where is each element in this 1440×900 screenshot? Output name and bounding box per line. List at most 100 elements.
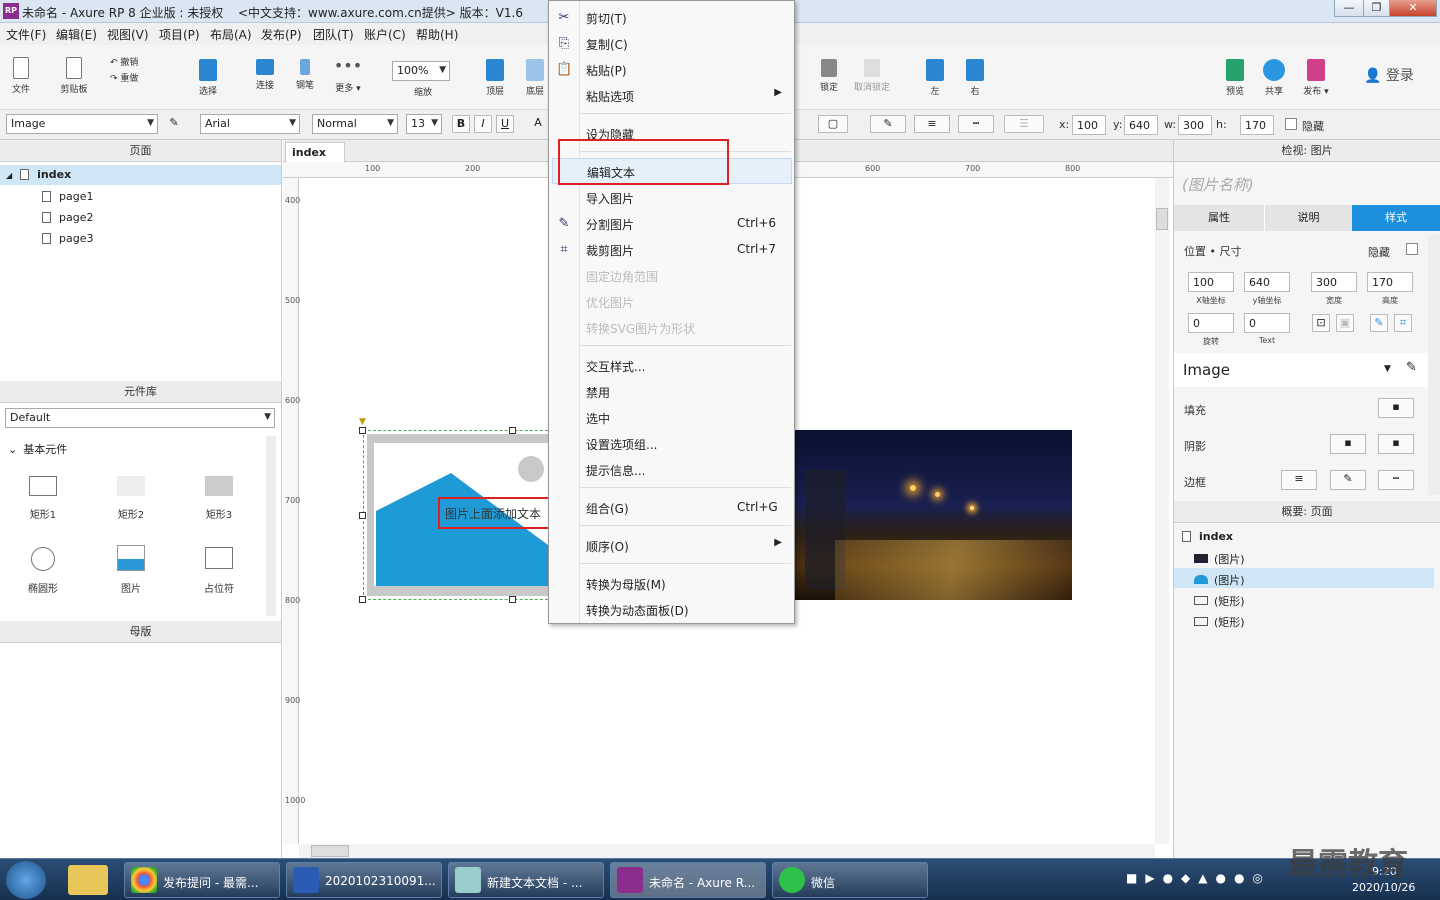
close-button[interactable]: ✕ bbox=[1389, 0, 1437, 17]
pen-tool[interactable]: 钢笔 bbox=[290, 59, 320, 91]
outline-root[interactable]: index bbox=[1182, 530, 1233, 543]
taskbar-chrome[interactable]: 发布提问 - 最需... bbox=[124, 862, 280, 898]
widget-style-select[interactable]: Image ▼ bbox=[6, 114, 158, 134]
taskbar-notepad[interactable]: 新建文本文档 - ... bbox=[448, 862, 604, 898]
taskbar-wechat[interactable]: 微信 bbox=[772, 862, 928, 898]
edit-style-icon[interactable]: ✎ bbox=[1406, 360, 1417, 375]
menu-team[interactable]: 团队(T) bbox=[313, 26, 354, 43]
more-tools[interactable]: ••• 更多 ▾ bbox=[330, 58, 366, 95]
italic-button[interactable]: I bbox=[474, 115, 492, 133]
reset-size-icon[interactable]: ▣ bbox=[1336, 314, 1354, 332]
slice-icon[interactable]: ✎ bbox=[1370, 314, 1388, 332]
menu-project[interactable]: 项目(P) bbox=[159, 26, 200, 43]
width-input[interactable]: 300 bbox=[1178, 115, 1212, 135]
menu-file[interactable]: 文件(F) bbox=[6, 26, 46, 43]
menu-item-slice-image[interactable]: ✎ 分割图片 Ctrl+6 bbox=[549, 211, 794, 237]
menu-item-selected[interactable]: 选中 bbox=[549, 405, 794, 431]
menu-item-group[interactable]: 组合(G) Ctrl+G bbox=[549, 495, 794, 521]
outline-item-selected[interactable]: (图片) bbox=[1174, 568, 1434, 588]
library-select[interactable]: Default ▼ bbox=[5, 408, 275, 428]
fill-color-button[interactable]: ▢ bbox=[818, 115, 848, 133]
line-style-button[interactable]: ┅ bbox=[958, 115, 994, 133]
y-input[interactable]: 640 bbox=[1124, 115, 1158, 135]
start-button[interactable] bbox=[6, 861, 46, 899]
file-tool[interactable]: 文件 bbox=[6, 57, 36, 95]
hidden-checkbox[interactable] bbox=[1285, 118, 1297, 130]
preview-button[interactable]: 预览 bbox=[1220, 59, 1250, 97]
align-left-button[interactable]: 左 bbox=[920, 59, 950, 97]
system-tray-icons[interactable]: ■▶●◆▲●●◎ bbox=[1126, 871, 1306, 889]
rectangle3-widget-icon[interactable] bbox=[205, 476, 233, 496]
font-family-select[interactable]: Arial ▼ bbox=[200, 114, 300, 134]
inspector-x-input[interactable]: 100 bbox=[1188, 272, 1234, 292]
inspector-width-input[interactable]: 300 bbox=[1311, 272, 1357, 292]
scroll-thumb[interactable] bbox=[311, 845, 349, 857]
taskbar-axure[interactable]: 未命名 - Axure R... bbox=[610, 862, 766, 898]
inspector-height-input[interactable]: 170 bbox=[1367, 272, 1413, 292]
tab-style[interactable]: 样式 bbox=[1352, 205, 1440, 231]
unlock-button[interactable]: 取消锁定 bbox=[852, 59, 892, 93]
library-scrollbar[interactable] bbox=[266, 436, 276, 616]
zoom-select[interactable]: 100% ▼ bbox=[392, 61, 450, 81]
rectangle2-widget-icon[interactable] bbox=[117, 476, 145, 496]
inspector-y-input[interactable]: 640 bbox=[1244, 272, 1290, 292]
tab-notes[interactable]: 说明 bbox=[1264, 205, 1352, 231]
x-input[interactable]: 100 bbox=[1072, 115, 1106, 135]
crop-icon[interactable]: ⌗ bbox=[1394, 314, 1412, 332]
tab-properties[interactable]: 属性 bbox=[1174, 205, 1264, 231]
canvas-vertical-scrollbar[interactable] bbox=[1155, 178, 1169, 844]
border-width-picker[interactable]: ≡ bbox=[1281, 470, 1317, 490]
page-index[interactable]: ◢ index bbox=[0, 165, 281, 185]
rectangle-widget-icon[interactable] bbox=[29, 476, 57, 496]
outline-item[interactable]: (矩形) bbox=[1194, 614, 1245, 630]
share-button[interactable]: 共享 bbox=[1259, 59, 1289, 97]
widget-name-input[interactable]: (图片名称) bbox=[1182, 174, 1254, 195]
menu-item-paste-options[interactable]: 粘贴选项 ▶ bbox=[549, 83, 794, 109]
inspector-scrollbar[interactable] bbox=[1428, 235, 1440, 495]
font-weight-select[interactable]: Normal ▼ bbox=[312, 114, 398, 134]
border-color-picker[interactable]: ✎ bbox=[1330, 470, 1366, 490]
publish-button[interactable]: 发布 ▾ bbox=[1298, 59, 1334, 97]
minimize-button[interactable]: — bbox=[1334, 0, 1364, 17]
menu-item-interaction-styles[interactable]: 交互样式... bbox=[549, 353, 794, 379]
outline-item[interactable]: (矩形) bbox=[1194, 593, 1245, 609]
menu-item-convert-dynamic-panel[interactable]: 转换为动态面板(D) bbox=[549, 597, 794, 623]
ellipse-widget-icon[interactable] bbox=[31, 547, 55, 571]
resize-handle[interactable] bbox=[359, 512, 366, 519]
line-color-button[interactable]: ✎ bbox=[870, 115, 906, 133]
menu-item-cut[interactable]: ✂ 剪切(T) bbox=[549, 5, 794, 31]
height-input[interactable]: 170 bbox=[1240, 115, 1274, 135]
menu-item-convert-master[interactable]: 转换为母版(M) bbox=[549, 571, 794, 597]
outer-shadow-picker[interactable]: ▪ bbox=[1330, 434, 1366, 454]
rotation-input[interactable]: 0 bbox=[1188, 313, 1234, 333]
bullets-button[interactable]: ☰ bbox=[1004, 115, 1044, 133]
canvas-horizontal-scrollbar[interactable] bbox=[299, 844, 1155, 858]
style-select[interactable]: Image ▼ ✎ bbox=[1174, 353, 1428, 387]
align-right-button[interactable]: 右 bbox=[960, 59, 990, 97]
page-item[interactable]: page1 bbox=[42, 190, 93, 203]
menu-layout[interactable]: 布局(A) bbox=[210, 26, 252, 43]
redo-button[interactable]: ↷ 重做 bbox=[110, 71, 138, 84]
menu-item-crop-image[interactable]: ⌗ 裁剪图片 Ctrl+7 bbox=[549, 237, 794, 263]
menu-help[interactable]: 帮助(H) bbox=[416, 26, 458, 43]
page-item[interactable]: page2 bbox=[42, 211, 93, 224]
resize-handle[interactable] bbox=[359, 427, 366, 434]
line-width-button[interactable]: ≡ bbox=[914, 115, 950, 133]
resize-handle[interactable] bbox=[359, 596, 366, 603]
undo-button[interactable]: ↶ 撤销 bbox=[110, 55, 138, 68]
login-button[interactable]: 👤 登录 bbox=[1364, 65, 1414, 85]
menu-item-tooltip[interactable]: 提示信息... bbox=[549, 457, 794, 483]
fit-to-image-icon[interactable]: ⊡ bbox=[1312, 314, 1330, 332]
outline-item[interactable]: (图片) bbox=[1194, 551, 1245, 567]
fill-color-picker[interactable]: ▪ bbox=[1378, 398, 1414, 418]
image-widget-icon[interactable] bbox=[117, 545, 145, 571]
maximize-button[interactable]: ❐ bbox=[1363, 0, 1390, 17]
menu-item-copy[interactable]: ⎘ 复制(C) bbox=[549, 31, 794, 57]
bold-button[interactable]: B bbox=[452, 115, 470, 133]
menu-item-selection-group[interactable]: 设置选项组... bbox=[549, 431, 794, 457]
menu-item-disable[interactable]: 禁用 bbox=[549, 379, 794, 405]
resize-handle[interactable] bbox=[509, 596, 516, 603]
menu-item-order[interactable]: 顺序(O) ▶ bbox=[549, 533, 794, 559]
select-tool[interactable]: 选择 bbox=[180, 59, 236, 97]
menu-item-paste[interactable]: 📋 粘贴(P) bbox=[549, 57, 794, 83]
